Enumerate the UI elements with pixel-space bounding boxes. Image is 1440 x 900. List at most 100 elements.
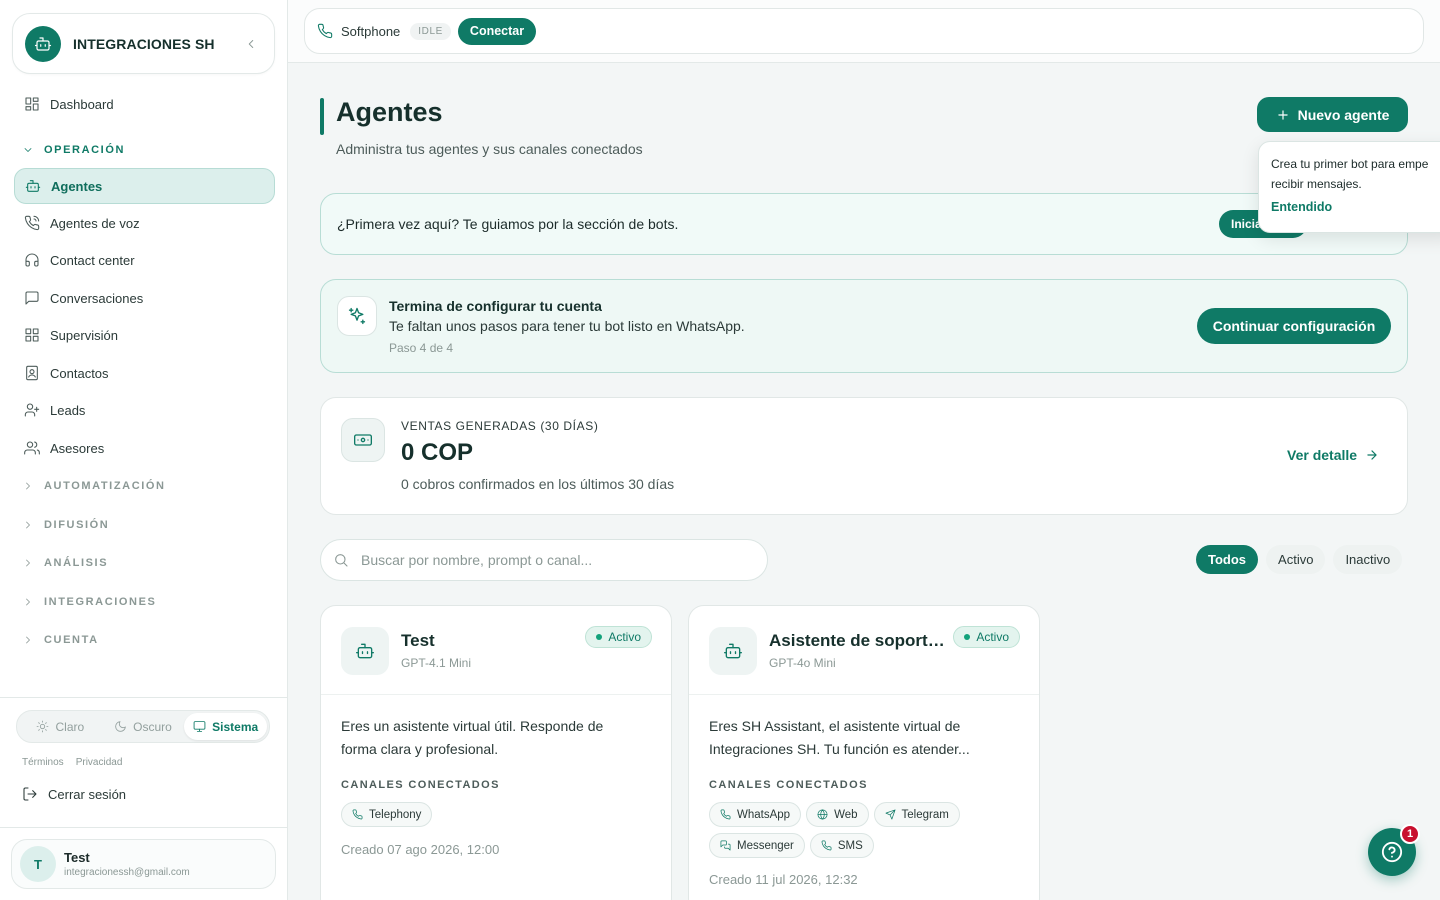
- page-title: Agentes: [336, 97, 443, 127]
- softphone-bar: Softphone IDLE Conectar: [304, 8, 1424, 54]
- search-icon: [335, 554, 348, 567]
- sidebar-item-label: Dashboard: [50, 96, 114, 112]
- brand-header: INTEGRACIONES SH: [12, 13, 275, 74]
- channel-label: Telegram: [901, 808, 949, 821]
- user-plus-icon: [24, 403, 40, 417]
- sidebar-item-agentes-de-voz[interactable]: Agentes de voz: [14, 205, 275, 241]
- theme-system-button[interactable]: Sistema: [184, 713, 268, 740]
- collapse-sidebar-icon[interactable]: [240, 33, 262, 55]
- phone-call-icon: [24, 215, 40, 231]
- new-agent-button[interactable]: Nuevo agente: [1257, 97, 1408, 132]
- filter-todos[interactable]: Todos: [1196, 545, 1259, 574]
- theme-dark-button[interactable]: Oscuro: [102, 713, 185, 740]
- section-analisis[interactable]: ANÁLISIS: [22, 553, 108, 573]
- search-box: [320, 539, 768, 581]
- guide-text: ¿Primera vez aquí? Te guiamos por la sec…: [337, 216, 679, 232]
- setup-card: Termina de configurar tu cuenta Te falta…: [320, 279, 1408, 373]
- channel-chip-telegram: Telegram: [873, 802, 960, 827]
- view-detail-link[interactable]: Ver detalle: [1287, 447, 1379, 463]
- log-out-icon: [23, 787, 37, 801]
- theme-light-button[interactable]: Claro: [19, 713, 102, 740]
- sidebar-item-conversaciones[interactable]: Conversaciones: [14, 280, 275, 316]
- user-email: integracionessh@gmail.com: [64, 867, 190, 878]
- sidebar-item-agentes[interactable]: Agentes: [14, 168, 275, 204]
- terms-link[interactable]: Términos: [22, 757, 64, 768]
- filter-activo[interactable]: Activo: [1266, 545, 1326, 574]
- section-cuenta[interactable]: CUENTA: [22, 630, 99, 650]
- channel-label: Telephony: [369, 808, 422, 821]
- sales-value: 0 COP: [401, 439, 474, 466]
- bot-logo-icon: [25, 25, 61, 62]
- section-automatizacion[interactable]: AUTOMATIZACIÓN: [22, 476, 166, 496]
- channel-chip-messenger: Messenger: [709, 833, 805, 858]
- agent-card[interactable]: Asistente de soporte... GPT-4o Mini Acti…: [688, 605, 1040, 900]
- channel-list: Telephony: [341, 802, 641, 827]
- moon-icon: [115, 721, 126, 732]
- theme-light-label: Claro: [55, 719, 85, 734]
- chevron-right-icon: [26, 559, 30, 567]
- status-dot: [964, 634, 971, 640]
- contact-book-icon: [26, 365, 38, 381]
- sidebar-item-leads[interactable]: Leads: [14, 392, 275, 428]
- bot-icon: [341, 627, 389, 675]
- sidebar-item-contactos[interactable]: Contactos: [14, 355, 275, 391]
- sales-subtitle: 0 cobros confirmados en los últimos 30 d…: [401, 476, 675, 492]
- view-detail-label: Ver detalle: [1287, 447, 1358, 463]
- arrow-right-icon: [1367, 450, 1377, 460]
- agent-description: Eres un asistente virtual útil. Responde…: [341, 718, 604, 757]
- tooltip-dismiss-button[interactable]: Entendido: [1271, 200, 1440, 214]
- section-difusion[interactable]: DIFUSIÓN: [22, 515, 109, 535]
- logout-button[interactable]: Cerrar sesión: [22, 786, 126, 802]
- privacy-link[interactable]: Privacidad: [76, 757, 123, 768]
- new-agent-label: Nuevo agente: [1297, 106, 1390, 123]
- sidebar-item-contact-center[interactable]: Contact center: [14, 242, 275, 278]
- phone-icon: [720, 809, 731, 820]
- users-icon: [24, 441, 40, 455]
- phone-icon: [352, 809, 363, 820]
- search-input[interactable]: [361, 552, 741, 568]
- help-circle-icon: [1381, 841, 1403, 863]
- chevron-right-icon: [26, 598, 30, 606]
- connect-button[interactable]: Conectar: [457, 17, 537, 45]
- setup-title: Termina de configurar tu cuenta: [389, 298, 602, 314]
- messages-icon: [720, 840, 731, 851]
- bot-icon: [709, 627, 757, 675]
- setup-description: Te faltan unos pasos para tener tu bot l…: [389, 318, 745, 334]
- softphone-label: Softphone: [341, 23, 401, 39]
- setup-step: Paso 4 de 4: [389, 341, 454, 355]
- agent-created: Creado 07 ago 2026, 12:00: [341, 842, 500, 857]
- sidebar-item-label: Contact center: [50, 252, 135, 268]
- sidebar: INTEGRACIONES SH Dashboard OPERACIÓN Age…: [0, 0, 288, 900]
- status-label: Activo: [608, 630, 641, 644]
- send-icon: [885, 809, 895, 820]
- sidebar-item-label: Conversaciones: [50, 290, 144, 306]
- sidebar-item-asesores[interactable]: Asesores: [14, 430, 275, 466]
- phone-icon: [317, 23, 333, 39]
- filter-inactivo[interactable]: Inactivo: [1333, 545, 1403, 574]
- section-integraciones[interactable]: INTEGRACIONES: [22, 592, 156, 612]
- bot-icon: [25, 180, 41, 192]
- agent-model: GPT-4.1 Mini: [401, 656, 472, 670]
- sidebar-item-dashboard[interactable]: Dashboard: [14, 86, 275, 122]
- tooltip-text-line2: recibir mensajes.: [1271, 177, 1362, 191]
- chevron-down-icon: [24, 148, 32, 152]
- sidebar-item-supervision[interactable]: Supervisión: [14, 317, 275, 353]
- globe-icon: [817, 809, 828, 820]
- user-card[interactable]: T Test integracionessh@gmail.com: [11, 839, 276, 889]
- section-label: OPERACIÓN: [44, 144, 126, 156]
- monitor-icon: [193, 721, 206, 732]
- agent-model: GPT-4o Mini: [769, 656, 836, 670]
- section-operacion[interactable]: OPERACIÓN: [22, 140, 125, 160]
- agent-description: Eres SH Assistant, el asistente virtual …: [709, 718, 970, 757]
- theme-dark-label: Oscuro: [133, 719, 172, 734]
- channel-label: Messenger: [737, 839, 794, 852]
- theme-switch: Claro Oscuro Sistema: [16, 710, 270, 743]
- channel-chip-sms: SMS: [809, 833, 874, 858]
- continue-setup-button[interactable]: Continuar configuración: [1197, 308, 1391, 344]
- status-label: Activo: [976, 630, 1009, 644]
- agent-card[interactable]: Test GPT-4.1 Mini Activo Eres un asisten…: [320, 605, 672, 900]
- section-label: INTEGRACIONES: [44, 596, 157, 608]
- agent-card-header: Asistente de soporte... GPT-4o Mini Acti…: [689, 606, 1039, 695]
- agent-name: Test: [401, 631, 435, 650]
- headphones-icon: [25, 253, 39, 267]
